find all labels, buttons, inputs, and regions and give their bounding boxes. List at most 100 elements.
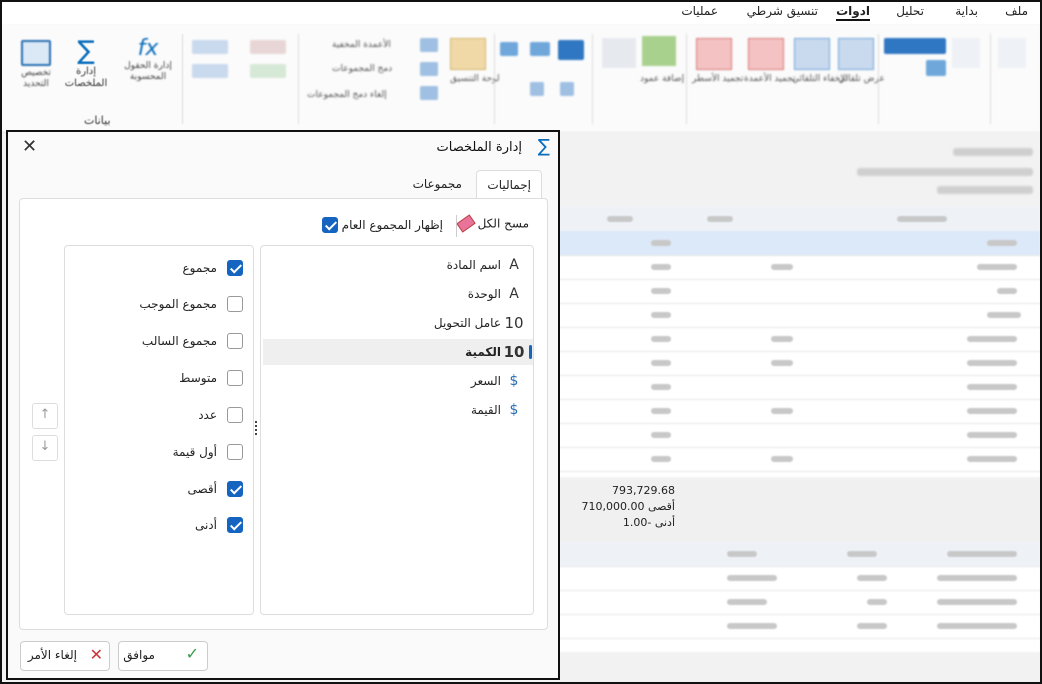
grid-row[interactable] bbox=[557, 423, 1040, 448]
move-down-button[interactable]: ↓ bbox=[32, 435, 58, 461]
cancel-label: إلغاء الأمر bbox=[27, 648, 77, 662]
ribbon-label-hidden-columns[interactable]: الأعمدة المخفية bbox=[332, 40, 391, 50]
grid-row[interactable] bbox=[557, 375, 1040, 400]
menu-tab-operations[interactable]: عمليات bbox=[681, 4, 718, 18]
bg-cell bbox=[727, 575, 777, 581]
ribbon-small-icon[interactable] bbox=[192, 64, 228, 78]
aggregate-checkbox[interactable] bbox=[227, 370, 243, 386]
menu-tab-tools[interactable]: ادوات bbox=[836, 4, 870, 21]
freeze-columns-icon[interactable] bbox=[748, 38, 784, 70]
bg-cell bbox=[651, 288, 671, 294]
aggregate-label: مجموع الموجب bbox=[139, 297, 217, 311]
arrow-down-icon: ↓ bbox=[39, 439, 51, 454]
cancel-button[interactable]: ✕ إلغاء الأمر bbox=[20, 641, 110, 671]
summary-total: 793,729.68 bbox=[612, 484, 675, 497]
copy-icon[interactable] bbox=[998, 38, 1026, 68]
field-item-price[interactable]: $ السعر bbox=[263, 368, 533, 394]
ribbon-disabled-button[interactable] bbox=[602, 38, 636, 68]
tab-totals[interactable]: إجماليات bbox=[476, 170, 542, 199]
move-up-button[interactable]: ↑ bbox=[32, 403, 58, 429]
grid-row[interactable] bbox=[557, 614, 1040, 639]
field-item-value[interactable]: $ القيمة bbox=[263, 397, 533, 423]
add-column-icon[interactable] bbox=[642, 36, 676, 66]
ribbon-small-icon[interactable] bbox=[530, 82, 544, 96]
ribbon-small-icon bbox=[420, 62, 438, 76]
grid-row[interactable] bbox=[557, 231, 1040, 256]
menu-tab-analysis[interactable]: تحليل bbox=[896, 4, 924, 18]
close-icon[interactable]: ✕ bbox=[22, 136, 37, 157]
aggregate-count[interactable]: عدد bbox=[73, 404, 243, 426]
ribbon-small-icon[interactable] bbox=[500, 42, 518, 56]
auto-hide-icon[interactable] bbox=[794, 38, 830, 70]
summaries-ribbon-button[interactable]: ∑ إدارة الملخصات bbox=[60, 36, 112, 106]
ok-button[interactable]: ✓ موافق bbox=[118, 641, 208, 671]
ribbon-separator bbox=[182, 34, 183, 124]
aggregate-sum[interactable]: مجموع bbox=[73, 257, 243, 279]
ribbon-small-icon[interactable] bbox=[530, 42, 550, 56]
menu-tab-conditional-format[interactable]: تنسيق شرطي bbox=[747, 4, 818, 18]
ribbon-small-icon[interactable] bbox=[192, 40, 228, 54]
show-grand-total-checkbox[interactable] bbox=[321, 217, 338, 233]
freeze-rows-icon[interactable] bbox=[696, 38, 732, 70]
cursor-icon[interactable] bbox=[952, 38, 980, 68]
clear-all-button[interactable]: مسح الكل bbox=[454, 214, 529, 233]
ribbon-small-icon[interactable] bbox=[250, 64, 286, 78]
text-field-icon: A bbox=[509, 257, 519, 273]
grid-row[interactable] bbox=[557, 351, 1040, 376]
bg-cell bbox=[977, 264, 1017, 270]
ribbon-label-layout-panel: لوحة التنسيق bbox=[450, 74, 500, 84]
ribbon-small-icon[interactable] bbox=[558, 40, 584, 60]
auto-width-icon[interactable] bbox=[838, 38, 874, 70]
aggregate-checkbox[interactable] bbox=[227, 296, 243, 312]
bg-cell bbox=[651, 384, 671, 390]
ribbon-select-icon[interactable] bbox=[926, 60, 946, 76]
grid-row[interactable] bbox=[557, 279, 1040, 304]
aggregate-checkbox[interactable] bbox=[227, 517, 243, 533]
splitter-handle[interactable] bbox=[255, 421, 258, 437]
aggregate-checkbox[interactable] bbox=[227, 333, 243, 349]
aggregate-max[interactable]: أقصى bbox=[73, 478, 243, 500]
aggregate-positive-sum[interactable]: مجموع الموجب bbox=[73, 293, 243, 315]
aggregate-checkbox[interactable] bbox=[227, 260, 243, 276]
menu-tab-file[interactable]: ملف bbox=[1005, 4, 1028, 18]
field-item-conversion-factor[interactable]: 10 عامل التحويل bbox=[263, 310, 533, 336]
ribbon-small-icon[interactable] bbox=[250, 40, 286, 54]
aggregate-min[interactable]: أدنى bbox=[73, 514, 243, 536]
ribbon-small-icon[interactable] bbox=[560, 82, 574, 96]
bg-cell bbox=[771, 408, 793, 414]
grid-row[interactable] bbox=[557, 399, 1040, 424]
bg-text-blur bbox=[953, 148, 1033, 156]
aggregate-checkbox[interactable] bbox=[227, 444, 243, 460]
grid-row[interactable] bbox=[557, 590, 1040, 615]
ribbon-select-icon[interactable] bbox=[884, 38, 946, 54]
ribbon-label-merge-groups[interactable]: دمج المجموعات bbox=[332, 64, 392, 74]
field-item-unit[interactable]: A الوحدة bbox=[263, 281, 533, 307]
aggregate-first-value[interactable]: أول قيمة bbox=[73, 441, 243, 463]
aggregate-checkbox[interactable] bbox=[227, 481, 243, 497]
aggregate-checkbox[interactable] bbox=[227, 407, 243, 423]
customize-icon bbox=[21, 40, 51, 66]
layout-panel-icon[interactable] bbox=[450, 38, 486, 70]
bg-cell bbox=[727, 551, 757, 557]
ribbon-label-unmerge-groups[interactable]: إلغاء دمج المجموعات bbox=[307, 90, 387, 100]
ribbon-separator bbox=[298, 34, 299, 124]
customize-ribbon-button[interactable]: تخصيص التحديد bbox=[14, 36, 58, 106]
grid-row[interactable] bbox=[557, 255, 1040, 280]
menu-tab-home[interactable]: بداية bbox=[955, 4, 978, 18]
grid-row[interactable] bbox=[557, 447, 1040, 472]
field-item-quantity[interactable]: 10 الكمية bbox=[263, 339, 533, 365]
check-icon: ✓ bbox=[185, 644, 199, 663]
grid-row[interactable] bbox=[557, 303, 1040, 328]
bg-cell bbox=[967, 432, 1017, 438]
show-grand-total-toggle[interactable]: إظهار المجموع العام bbox=[318, 217, 443, 233]
grid-row[interactable] bbox=[557, 327, 1040, 352]
tab-groups[interactable]: مجموعات bbox=[403, 170, 472, 198]
grid-row[interactable] bbox=[557, 566, 1040, 591]
function-icon: fx bbox=[137, 36, 159, 61]
calc-field-ribbon-button[interactable]: fx إدارة الحقول المحسوبة bbox=[118, 36, 178, 106]
aggregate-average[interactable]: متوسط bbox=[73, 367, 243, 389]
field-item-item-name[interactable]: A اسم المادة bbox=[263, 252, 533, 278]
aggregate-negative-sum[interactable]: مجموع السالب bbox=[73, 330, 243, 352]
grid-header-row bbox=[557, 542, 1040, 567]
ribbon: ∑ إدارة الملخصات fx إدارة الحقول المحسوب… bbox=[2, 24, 1040, 133]
